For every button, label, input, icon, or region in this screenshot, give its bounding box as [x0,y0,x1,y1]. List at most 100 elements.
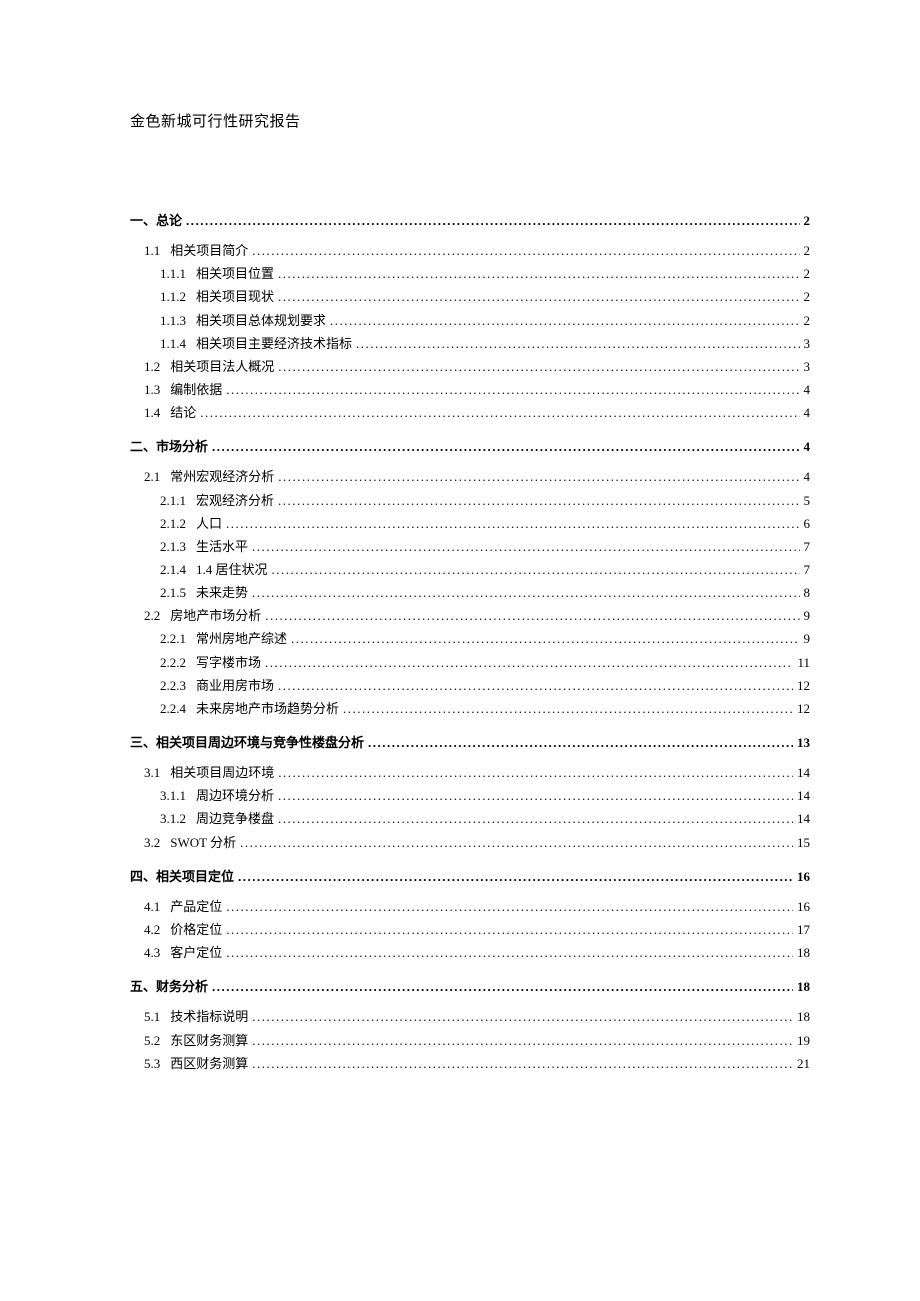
toc-entry-page: 4 [800,380,811,400]
toc-entry: 1.1.1相关项目位置2 [130,264,810,284]
toc-entry-label: 宏观经济分析 [196,491,274,511]
toc-entry-page: 4 [800,437,811,457]
toc-entry-page: 15 [793,833,810,853]
toc-entry-label: 未来走势 [196,583,248,603]
toc-entry: 2.2.2写字楼市场11 [130,653,810,673]
toc-entry-page: 14 [793,809,810,829]
toc-entry-number: 2.2.4 [160,699,196,719]
toc-entry-number: 2.1.3 [160,537,196,557]
toc-entry-number: 5.2 [144,1031,170,1051]
toc-entry-number: 3.1.1 [160,786,196,806]
toc-entry-number: 2.1.1 [160,491,196,511]
toc-leader-dots [236,833,793,853]
toc-entry-page: 18 [793,943,810,963]
toc-entry: 5.1技术指标说明18 [130,1007,810,1027]
toc-entry-number: 2.1.2 [160,514,196,534]
toc-entry: 2.2.1常州房地产综述9 [130,629,810,649]
toc-entry: 2.2房地产市场分析9 [130,606,810,626]
toc-entry-number: 1.1 [144,241,170,261]
toc-entry-label: 相关项目周边环境 [170,763,274,783]
toc-entry-label: 相关项目简介 [170,241,248,261]
toc-entry-number: 2.2 [144,606,170,626]
toc-entry: 2.1.1宏观经济分析5 [130,491,810,511]
toc-leader-dots [274,763,793,783]
toc-entry-number: 2.2.1 [160,629,196,649]
toc-entry-page: 14 [793,763,810,783]
toc-entry: 3.1相关项目周边环境 14 [130,763,810,783]
toc-entry-label: 相关项目现状 [196,287,274,307]
toc-leader-dots [234,867,793,887]
toc-entry-number: 5.1 [144,1007,170,1027]
toc-entry-page: 21 [793,1054,810,1074]
toc-leader-dots [248,583,799,603]
toc-entry-page: 13 [793,733,810,753]
toc-leader-dots [248,537,799,557]
toc-entry-number: 1.1.1 [160,264,196,284]
toc-entry-page: 18 [793,1007,810,1027]
toc-entry: 2.2.4未来房地产市场趋势分析12 [130,699,810,719]
toc-entry: 4.2价格定位17 [130,920,810,940]
toc-leader-dots [222,380,799,400]
toc-leader-dots [364,733,793,753]
toc-entry-label: 相关项目位置 [196,264,274,284]
toc-entry: 1.1.4相关项目主要经济技术指标3 [130,334,810,354]
toc-entry: 2.1.41.4 居住状况7 [130,560,810,580]
toc-leader-dots [274,809,793,829]
toc-entry-page: 19 [793,1031,810,1051]
toc-entry-page: 14 [793,786,810,806]
toc-entry-page: 16 [793,867,810,887]
toc-entry-number: 3.2 [144,833,170,853]
toc-entry-page: 9 [800,606,811,626]
toc-entry-label: 常州宏观经济分析 [170,467,274,487]
toc-entry-page: 2 [800,287,811,307]
toc-entry-label: 未来房地产市场趋势分析 [196,699,339,719]
toc-entry: 4.1产品定位16 [130,897,810,917]
toc-entry-label: 人口 [196,514,222,534]
toc-entry: 3.2SWOT 分析15 [130,833,810,853]
toc-entry-number: 3.1.2 [160,809,196,829]
toc-entry-label: 相关项目法人概况 [170,357,274,377]
toc-entry-label: 相关项目总体规划要求 [196,311,326,331]
toc-entry: 2.2.3商业用房市场12 [130,676,810,696]
toc-entry-label: 客户定位 [170,943,222,963]
toc-entry-number: 1.4 [144,403,170,423]
toc-entry-number: 2.1.5 [160,583,196,603]
toc-entry-label: 相关项目主要经济技术指标 [196,334,352,354]
toc-leader-dots [208,977,793,997]
toc-entry: 2.1常州宏观经济分析 4 [130,467,810,487]
toc-entry-label: 生活水平 [196,537,248,557]
table-of-contents: 一、总论21.1相关项目简介21.1.1相关项目位置21.1.2相关项目现状21… [130,211,810,1074]
toc-entry-number: 4.1 [144,897,170,917]
toc-entry-page: 7 [800,537,811,557]
toc-entry: 3.1.2周边竞争楼盘14 [130,809,810,829]
toc-leader-dots [274,287,799,307]
toc-entry-page: 9 [800,629,811,649]
toc-entry: 一、总论2 [130,211,810,231]
toc-leader-dots [222,897,793,917]
toc-entry-number: 4.3 [144,943,170,963]
toc-entry-page: 8 [800,583,811,603]
toc-entry-page: 12 [793,676,810,696]
toc-entry-number: 3.1 [144,763,170,783]
toc-leader-dots [248,241,799,261]
toc-entry: 1.4结论4 [130,403,810,423]
document-page: 金色新城可行性研究报告 一、总论21.1相关项目简介21.1.1相关项目位置21… [0,0,920,1137]
toc-entry: 4.3客户定位 18 [130,943,810,963]
toc-entry-number: 2.1 [144,467,170,487]
toc-leader-dots [274,467,799,487]
toc-entry-label: 写字楼市场 [196,653,261,673]
toc-leader-dots [248,1007,793,1027]
toc-entry-label: 西区财务测算 [170,1054,248,1074]
toc-entry: 2.1.5未来走势 8 [130,583,810,603]
toc-entry: 2.1.3生活水平 7 [130,537,810,557]
toc-entry-page: 4 [800,467,811,487]
toc-entry-number: 1.1.4 [160,334,196,354]
toc-leader-dots [326,311,799,331]
toc-entry-number: 5.3 [144,1054,170,1074]
toc-entry: 1.3编制依据4 [130,380,810,400]
toc-entry-page: 4 [800,403,811,423]
toc-leader-dots [287,629,799,649]
toc-entry-label: 编制依据 [170,380,222,400]
toc-leader-dots [182,211,799,231]
toc-leader-dots [248,1054,793,1074]
